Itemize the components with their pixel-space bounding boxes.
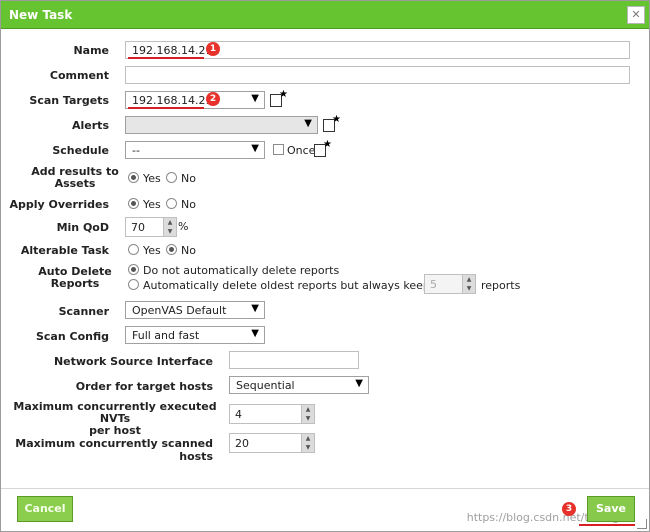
dropdown-arrow-icon: ▼ bbox=[251, 303, 259, 314]
spinner-buttons[interactable]: ▲ ▼ bbox=[462, 275, 475, 293]
apply-overrides-no-label: No bbox=[181, 198, 196, 211]
min-qod-value: 70 bbox=[131, 221, 145, 234]
scan-config-select[interactable]: Full and fast ▼ bbox=[125, 326, 265, 344]
spin-up-icon[interactable]: ▲ bbox=[463, 275, 475, 284]
dropdown-arrow-icon: ▼ bbox=[251, 328, 259, 339]
once-label: Once bbox=[287, 144, 316, 157]
network-source-input[interactable] bbox=[229, 351, 359, 369]
alerts-select[interactable]: ▼ bbox=[125, 116, 318, 134]
annotation-underline-3 bbox=[579, 524, 635, 526]
comment-input[interactable] bbox=[125, 66, 630, 84]
alterable-task-no-radio[interactable] bbox=[166, 244, 177, 255]
spin-down-icon[interactable]: ▼ bbox=[463, 284, 475, 293]
spinner-buttons[interactable]: ▲ ▼ bbox=[163, 218, 176, 236]
keep-reports-suffix: reports bbox=[481, 279, 521, 292]
keep-reports-spinner[interactable]: 5 ▲ ▼ bbox=[424, 274, 476, 294]
schedule-select[interactable]: -- ▼ bbox=[125, 141, 265, 159]
scan-config-value: Full and fast bbox=[132, 329, 200, 342]
spin-down-icon[interactable]: ▼ bbox=[302, 443, 314, 452]
alterable-task-label: Alterable Task bbox=[20, 244, 109, 257]
max-nvts-spinner[interactable]: 4 ▲ ▼ bbox=[229, 404, 315, 424]
new-alert-icon[interactable]: ★ bbox=[323, 114, 341, 132]
comment-label: Comment bbox=[49, 69, 109, 82]
dialog-footer: Cancel https://blog.csdn.net/tladagio 3 … bbox=[1, 488, 649, 531]
alterable-task-yes-radio[interactable] bbox=[128, 244, 139, 255]
annotation-underline-2 bbox=[128, 107, 204, 109]
scan-targets-label: Scan Targets bbox=[29, 94, 109, 107]
name-label: Name bbox=[73, 44, 109, 57]
spin-up-icon[interactable]: ▲ bbox=[164, 218, 176, 227]
order-hosts-label: Order for target hosts bbox=[75, 380, 213, 393]
annotation-badge-2: 2 bbox=[206, 92, 220, 106]
new-schedule-icon[interactable]: ★ bbox=[314, 139, 332, 157]
save-button[interactable]: Save bbox=[587, 496, 635, 522]
spinner-buttons[interactable]: ▲ ▼ bbox=[301, 434, 314, 452]
resize-grip-icon[interactable] bbox=[637, 519, 647, 529]
dropdown-arrow-icon: ▼ bbox=[251, 93, 259, 104]
scanner-select[interactable]: OpenVAS Default ▼ bbox=[125, 301, 265, 319]
alerts-label: Alerts bbox=[72, 119, 109, 132]
schedule-label: Schedule bbox=[52, 144, 109, 157]
auto-delete-off-radio[interactable] bbox=[128, 264, 139, 275]
spin-down-icon[interactable]: ▼ bbox=[302, 414, 314, 423]
max-nvts-label: Maximum concurrently executed NVTs per h… bbox=[13, 400, 217, 437]
alterable-task-no-label: No bbox=[181, 244, 196, 257]
add-results-no-radio[interactable] bbox=[166, 172, 177, 183]
schedule-value: -- bbox=[132, 144, 140, 157]
apply-overrides-yes-label: Yes bbox=[143, 198, 161, 211]
max-hosts-value: 20 bbox=[235, 437, 249, 450]
apply-overrides-yes-radio[interactable] bbox=[128, 198, 139, 209]
max-nvts-value: 4 bbox=[235, 408, 242, 421]
cancel-button[interactable]: Cancel bbox=[17, 496, 73, 522]
once-checkbox[interactable] bbox=[273, 144, 284, 155]
add-results-yes-radio[interactable] bbox=[128, 172, 139, 183]
max-hosts-spinner[interactable]: 20 ▲ ▼ bbox=[229, 433, 315, 453]
min-qod-label: Min QoD bbox=[56, 221, 109, 234]
spin-down-icon[interactable]: ▼ bbox=[164, 227, 176, 236]
spin-up-icon[interactable]: ▲ bbox=[302, 434, 314, 443]
scanner-label: Scanner bbox=[58, 305, 109, 318]
dialog-titlebar: New Task ✕ bbox=[1, 1, 649, 29]
order-hosts-select[interactable]: Sequential ▼ bbox=[229, 376, 369, 394]
annotation-badge-1: 1 bbox=[206, 42, 220, 56]
spinner-buttons[interactable]: ▲ ▼ bbox=[301, 405, 314, 423]
new-target-icon[interactable]: ★ bbox=[270, 89, 288, 107]
new-task-dialog: New Task ✕ Name 192.168.14.211 1 Comment… bbox=[0, 0, 650, 532]
alterable-task-yes-label: Yes bbox=[143, 244, 161, 257]
add-results-label: Add results to Assets bbox=[31, 165, 119, 190]
min-qod-spinner[interactable]: 70 ▲ ▼ bbox=[125, 217, 177, 237]
auto-delete-label: Auto Delete Reports bbox=[38, 265, 112, 290]
spin-up-icon[interactable]: ▲ bbox=[302, 405, 314, 414]
dropdown-arrow-icon: ▼ bbox=[304, 118, 312, 129]
annotation-badge-3: 3 bbox=[562, 502, 576, 516]
min-qod-unit: % bbox=[178, 220, 189, 233]
order-hosts-value: Sequential bbox=[236, 379, 295, 392]
scanner-value: OpenVAS Default bbox=[132, 304, 227, 317]
apply-overrides-no-radio[interactable] bbox=[166, 198, 177, 209]
auto-delete-keep-radio[interactable] bbox=[128, 279, 139, 290]
scan-config-label: Scan Config bbox=[35, 330, 109, 343]
max-hosts-label: Maximum concurrently scanned hosts bbox=[15, 437, 213, 463]
auto-delete-off-label: Do not automatically delete reports bbox=[143, 264, 340, 277]
close-icon[interactable]: ✕ bbox=[627, 6, 645, 24]
network-source-label: Network Source Interface bbox=[53, 355, 213, 368]
keep-reports-value: 5 bbox=[430, 278, 437, 291]
dialog-title: New Task bbox=[9, 8, 73, 22]
dropdown-arrow-icon: ▼ bbox=[251, 143, 259, 154]
annotation-underline-1 bbox=[128, 57, 204, 59]
add-results-no-label: No bbox=[181, 172, 196, 185]
apply-overrides-label: Apply Overrides bbox=[9, 198, 109, 211]
dropdown-arrow-icon: ▼ bbox=[355, 378, 363, 389]
add-results-yes-label: Yes bbox=[143, 172, 161, 185]
